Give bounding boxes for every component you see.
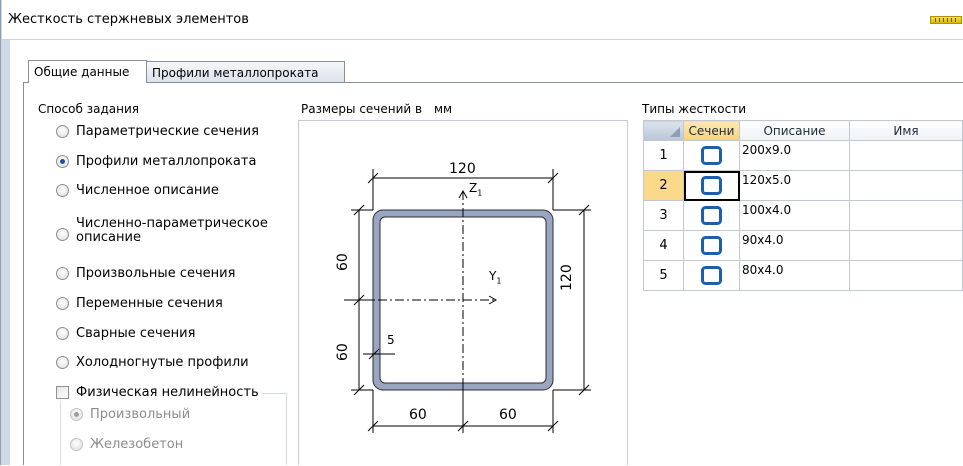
table-row[interactable]: 2 120x5.0: [643, 170, 963, 201]
dim-top-text: 120: [449, 161, 476, 177]
name-cell[interactable]: [849, 260, 963, 291]
table-row[interactable]: 5 80x4.0: [643, 260, 963, 291]
radio-button[interactable]: [70, 407, 83, 421]
ruler-icon: [930, 16, 962, 24]
row-number[interactable]: 1: [643, 140, 684, 171]
description-cell[interactable]: 90x4.0: [739, 230, 850, 261]
dim-left-lower-text: 60: [335, 343, 351, 361]
dim-right-text: 120: [559, 264, 575, 291]
row-number[interactable]: 4: [643, 230, 684, 261]
window-title: Жесткость стержневых элементов: [8, 12, 249, 27]
radio-label: Параметрические сечения: [76, 123, 259, 139]
stiffness-types-grid: Сечени Описание Имя 1 200x9.0 2 120x5.0: [643, 120, 963, 291]
axis-z-sub: 1: [477, 188, 483, 198]
title-bar: Жесткость стержневых элементов: [2, 0, 963, 40]
radio-label: Холодногнутые профили: [76, 354, 249, 370]
axis-y-sub: 1: [496, 276, 502, 286]
axis-y-label: Y1: [489, 269, 501, 285]
method-group-label: Способ задания: [37, 102, 140, 116]
grid-header-row: Сечени Описание Имя: [643, 120, 963, 141]
radio-label: Численное описание: [76, 182, 219, 198]
column-header-description[interactable]: Описание: [739, 120, 850, 141]
radio-button[interactable]: [56, 326, 69, 340]
description-cell[interactable]: 120x5.0: [739, 170, 850, 201]
radio-button[interactable]: [56, 227, 69, 241]
radio-numeric[interactable]: Численное описание: [56, 181, 219, 199]
tab-general[interactable]: Общие данные: [28, 60, 147, 83]
radio-label-line1: Численно-параметрическое: [76, 216, 268, 231]
row-number[interactable]: 3: [643, 200, 684, 231]
column-header-name[interactable]: Имя: [849, 120, 963, 141]
section-cell[interactable]: [683, 200, 740, 231]
radio-button[interactable]: [56, 355, 69, 369]
table-row[interactable]: 4 90x4.0: [643, 230, 963, 261]
radio-button[interactable]: [70, 437, 83, 451]
row-number[interactable]: 5: [643, 260, 684, 291]
tab-profiles-label: Профили металлопроката: [152, 66, 319, 80]
dim-left-upper-text: 60: [335, 253, 351, 271]
radio-button[interactable]: [56, 124, 69, 138]
tab-general-label: Общие данные: [34, 65, 130, 79]
square-tube-icon: [701, 146, 722, 165]
radio-label: Железобетон: [90, 436, 184, 452]
section-dims-unit: мм: [433, 102, 453, 116]
tab-profiles[interactable]: Профили металлопроката: [146, 61, 345, 82]
radio-numeric-parametric[interactable]: Численно-параметрическое описание: [56, 217, 268, 250]
column-header-section[interactable]: Сечени: [683, 120, 740, 141]
radio-arbitrary[interactable]: Произвольные сечения: [56, 264, 235, 282]
radio-nonlinear-concrete[interactable]: Железобетон: [70, 435, 183, 453]
table-row[interactable]: 3 100x4.0: [643, 200, 963, 231]
section-dims-caption: Размеры сечений в: [301, 102, 423, 116]
radio-button[interactable]: [56, 266, 69, 280]
row-number[interactable]: 2: [643, 170, 684, 201]
square-tube-icon: [701, 236, 722, 255]
stiffness-types-label: Типы жесткости: [642, 102, 747, 116]
radio-label-line2: описание: [76, 230, 141, 245]
name-cell[interactable]: [849, 230, 963, 261]
checkbox-label: Физическая нелинейность: [76, 384, 259, 400]
radio-nonlinear-arbitrary[interactable]: Произвольный: [70, 405, 190, 423]
radio-variable[interactable]: Переменные сечения: [56, 294, 223, 312]
grid-corner[interactable]: [643, 120, 684, 141]
axis-z-letter: Z: [469, 181, 478, 195]
radio-parametric[interactable]: Параметрические сечения: [56, 122, 259, 140]
section-dims-label: Размеры сечений в мм: [301, 102, 452, 116]
radio-button[interactable]: [56, 183, 69, 197]
axis-z-label: Z1: [469, 181, 482, 197]
square-tube-icon: [701, 206, 722, 225]
dim-bottom-right-text: 60: [499, 407, 517, 423]
checkbox[interactable]: [56, 385, 69, 399]
name-cell[interactable]: [849, 200, 963, 231]
radio-label: Произвольные сечения: [76, 265, 236, 281]
radio-welded[interactable]: Сварные сечения: [56, 324, 195, 342]
name-cell[interactable]: [849, 170, 963, 201]
radio-button[interactable]: [56, 154, 69, 168]
section-drawing: 120 Z1 Y1 120 60 60 5 60 60: [298, 120, 628, 465]
radio-label: Произвольный: [90, 406, 191, 422]
radio-rolled-profiles[interactable]: Профили металлопроката: [56, 152, 256, 170]
square-tube-icon: [701, 266, 722, 285]
section-cell[interactable]: [683, 170, 740, 201]
radio-label: Сварные сечения: [76, 325, 196, 341]
radio-cold-formed[interactable]: Холодногнутые профили: [56, 353, 249, 371]
radio-label: Переменные сечения: [76, 295, 223, 311]
description-cell[interactable]: 100x4.0: [739, 200, 850, 231]
square-tube-icon: [701, 176, 722, 195]
radio-label: Численно-параметрическое описание: [76, 217, 268, 245]
description-cell[interactable]: 80x4.0: [739, 260, 850, 291]
table-row[interactable]: 1 200x9.0: [643, 140, 963, 171]
dim-bottom-left-text: 60: [409, 407, 427, 423]
checkbox-nonlinear[interactable]: Физическая нелинейность: [56, 383, 262, 401]
section-cell[interactable]: [683, 140, 740, 171]
section-cell[interactable]: [683, 260, 740, 291]
section-cell[interactable]: [683, 230, 740, 261]
nonlinear-group-frame: [60, 393, 287, 465]
radio-label: Профили металлопроката: [76, 153, 257, 169]
dim-thickness-text: 5: [387, 333, 395, 347]
description-cell[interactable]: 200x9.0: [739, 140, 850, 171]
name-cell[interactable]: [849, 140, 963, 171]
radio-button[interactable]: [56, 296, 69, 310]
